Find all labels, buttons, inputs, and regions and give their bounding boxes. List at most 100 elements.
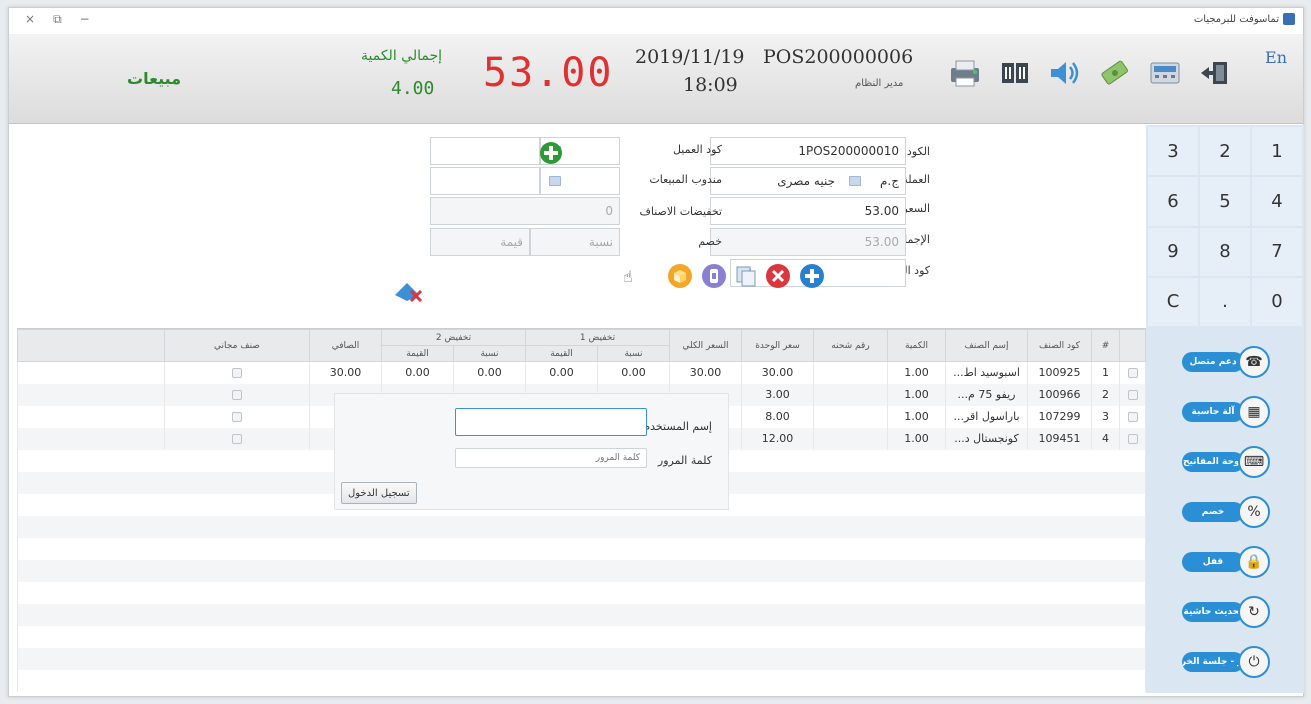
sales-rep-name-field[interactable] <box>430 167 540 195</box>
delete-icon[interactable] <box>765 263 791 292</box>
customer-name-field[interactable] <box>430 137 540 165</box>
row-checkbox[interactable] <box>1127 434 1138 444</box>
online-support-button[interactable]: دعم متصل ☎ <box>1182 344 1270 380</box>
exit-icon[interactable] <box>1197 56 1233 90</box>
key-8[interactable]: 8 <box>1200 227 1250 276</box>
password-input[interactable] <box>455 448 647 468</box>
speaker-icon[interactable] <box>1047 56 1083 90</box>
free-item-checkbox[interactable] <box>232 434 242 444</box>
printer-icon[interactable] <box>947 56 983 90</box>
item-name-header: إسم الصنف <box>945 329 1028 362</box>
batch-number <box>813 383 888 406</box>
item-discounts-field: 0 <box>430 197 620 225</box>
row-checkbox[interactable] <box>1127 412 1138 422</box>
empty-row <box>17 581 1146 604</box>
discount-value-placeholder: قيمة <box>500 235 523 249</box>
key-decimal[interactable]: . <box>1200 277 1250 326</box>
key-1[interactable]: 1 <box>1252 127 1302 176</box>
key-0[interactable]: 0 <box>1252 277 1302 326</box>
filler-cell <box>17 405 165 428</box>
row-checkbox[interactable] <box>1127 390 1138 400</box>
row-checkbox[interactable] <box>1127 368 1138 379</box>
discount2-group-header: تخفيض 2 <box>381 329 526 346</box>
password-label: كلمة المرور <box>657 454 712 467</box>
invoice-form: الكود 1POS200000010 العملة ج.م جنيه مصرى… <box>9 125 1146 328</box>
header-toolbar <box>947 56 1233 90</box>
logout-session-button[interactable]: مدير - جلسة الخروج⏻ <box>1182 644 1270 680</box>
add-item-icon[interactable] <box>799 263 825 292</box>
invoice-time: 18:09 <box>683 74 738 96</box>
table-row[interactable]: 1 100925 اسبوسيد اط... 1.00 30.00 30.00 … <box>17 361 1146 384</box>
sales-rep-code-field[interactable] <box>540 167 620 195</box>
calculator-button[interactable]: آلة حاسبة ▦ <box>1182 394 1270 430</box>
item-discounts-label: تخفيضات الاصناف <box>639 205 722 218</box>
currency-select[interactable]: ج.م جنيه مصرى <box>710 167 906 195</box>
total-amount-display: 53.00 <box>483 50 614 96</box>
barcode-icon[interactable] <box>997 56 1033 90</box>
calculator-icon[interactable] <box>1147 56 1183 90</box>
key-2[interactable]: 2 <box>1200 127 1250 176</box>
row-checkbox-cell <box>1119 405 1146 428</box>
free-item-cell <box>164 361 310 384</box>
username-input[interactable] <box>455 408 647 436</box>
row-checkbox-cell <box>1119 427 1146 450</box>
total-quantity-value: 4.00 <box>391 78 435 99</box>
key-4[interactable]: 4 <box>1252 177 1302 226</box>
app-title: تماسوفت للبرمجيات <box>1194 13 1295 25</box>
free-item-checkbox[interactable] <box>232 368 242 379</box>
code-field[interactable]: 1POS200000010 <box>710 137 906 165</box>
minimize-window-button[interactable]: − <box>80 12 90 27</box>
free-item-checkbox[interactable] <box>232 390 242 400</box>
total-quantity-label: إجمالي الكمية <box>361 48 442 64</box>
hand-icon[interactable]: ☝ <box>623 267 633 286</box>
filler-cell <box>17 361 165 384</box>
item-name: اسبوسيد اط... <box>945 361 1028 384</box>
login-dialog: إسم المستخدم كلمة المرور تسجيل الدخول <box>334 393 729 510</box>
key-6[interactable]: 6 <box>1148 177 1198 226</box>
total-price: 30.00 <box>669 361 742 384</box>
discount1-value: 0.00 <box>525 361 598 384</box>
close-window-button[interactable]: × <box>25 12 35 27</box>
discount-label: خصم <box>698 235 722 248</box>
discount1-percent-header: نسبة <box>597 345 670 362</box>
discount1-percent: 0.00 <box>597 361 670 384</box>
support-icon: ☎ <box>1238 346 1270 378</box>
unit-price: 3.00 <box>741 383 814 406</box>
hourglass-icon[interactable] <box>701 263 727 292</box>
quick-actions-sidebar: دعم متصل ☎ آلة حاسبة ▦ لوحة المفاتيح ⌨ خصم%… <box>1146 328 1304 693</box>
refresh-label: تحديث حاشية <box>1182 602 1244 622</box>
empty-row <box>17 669 1146 692</box>
refresh-button[interactable]: تحديث حاشية ↻ <box>1182 594 1270 630</box>
sales-rep-label: مندوب المبيعات <box>649 173 722 186</box>
discount-percent-field[interactable]: نسبة <box>530 228 620 256</box>
key-9[interactable]: 9 <box>1148 227 1198 276</box>
discount-value-field[interactable]: قيمة <box>430 228 530 256</box>
lookup-icon <box>849 176 861 186</box>
money-icon[interactable] <box>1097 56 1133 90</box>
key-7[interactable]: 7 <box>1252 227 1302 276</box>
lock-button[interactable]: قفل 🔒 <box>1182 544 1270 580</box>
add-customer-button[interactable] <box>539 141 563 168</box>
net-field: 53.00 <box>710 228 906 256</box>
refresh-icon: ↻ <box>1238 596 1270 628</box>
total-price-field[interactable]: 53.00 <box>710 197 906 225</box>
total-price-header: السعر الكلي <box>669 329 742 362</box>
free-item-checkbox[interactable] <box>232 412 242 422</box>
restore-window-button[interactable]: ⧉ <box>53 12 62 27</box>
discount-button[interactable]: خصم% <box>1182 494 1270 530</box>
box-icon[interactable] <box>667 263 693 292</box>
key-clear[interactable]: C <box>1148 277 1198 326</box>
filler-cell <box>17 427 165 450</box>
keyboard-button[interactable]: لوحة المفاتيح ⌨ <box>1182 444 1270 480</box>
key-3[interactable]: 3 <box>1148 127 1198 176</box>
row-number: 4 <box>1091 427 1120 450</box>
keyboard-icon: ⌨ <box>1238 446 1270 478</box>
login-button[interactable]: تسجيل الدخول <box>341 482 417 504</box>
empty-row <box>17 559 1146 582</box>
clear-customer-icon[interactable] <box>391 277 427 308</box>
key-5[interactable]: 5 <box>1200 177 1250 226</box>
copy-icon[interactable] <box>733 263 759 292</box>
calculator-label: آلة حاسبة <box>1182 402 1244 422</box>
language-switch[interactable]: En <box>1265 48 1287 67</box>
unit-price: 12.00 <box>741 427 814 450</box>
